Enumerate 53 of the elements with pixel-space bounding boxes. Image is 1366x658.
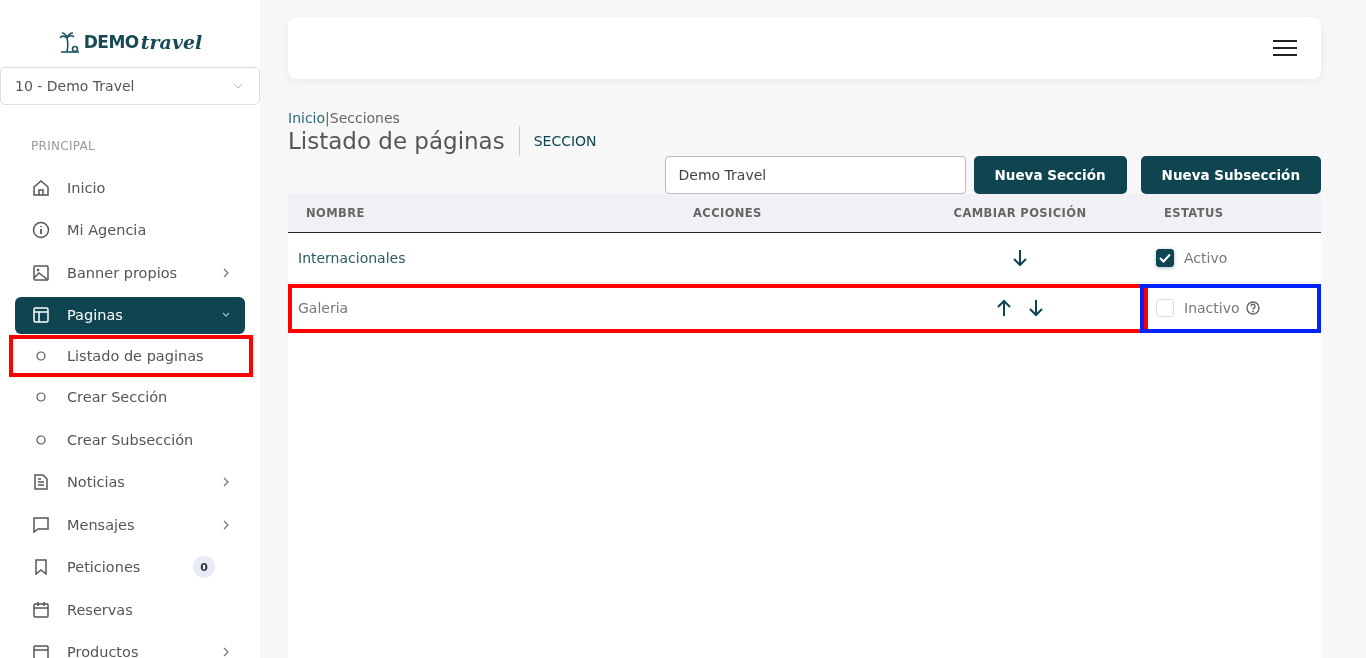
palm-tree-icon [57, 30, 82, 54]
circle-icon [36, 434, 46, 445]
sidebar-item[interactable]: Productos [15, 633, 245, 658]
circle-icon [36, 351, 46, 361]
column-header: ACCIONES [692, 206, 763, 220]
chat-icon [32, 515, 50, 534]
logo-script-text: travel [140, 31, 203, 53]
menu-icon[interactable] [1273, 39, 1297, 57]
sidebar-item[interactable]: Banner propios [15, 254, 245, 291]
help-icon[interactable] [1245, 300, 1260, 315]
agency-select[interactable]: 10 - Demo Travel [0, 67, 260, 105]
sidebar-item[interactable]: Paginas [15, 296, 245, 334]
calendar-icon [32, 600, 50, 619]
table-cell: Galeria [298, 300, 349, 316]
page-title: Listado de páginas [288, 126, 520, 156]
sidebar-item[interactable]: Crear Sección [15, 378, 245, 416]
status-checkbox[interactable] [1156, 248, 1174, 267]
arrow-down-icon[interactable] [1028, 298, 1044, 317]
sidebar-item[interactable]: Noticias [15, 463, 245, 501]
breadcrumb-separator: | [325, 110, 330, 126]
column-header: ESTATUS [1163, 206, 1225, 220]
status-label: Inactivo [1184, 299, 1240, 316]
column-header: CAMBIAR POSICIÓN [952, 206, 1088, 220]
document-icon [32, 473, 50, 491]
sidebar-item[interactable]: Reservas [15, 591, 245, 628]
bookmark-icon [32, 558, 50, 576]
status-label: Activo [1184, 249, 1228, 266]
arrow-up-icon[interactable] [996, 298, 1012, 317]
sidebar-item[interactable]: Listado de paginas [13, 339, 249, 373]
new-subsection-button[interactable]: Nueva Subsección [1140, 156, 1321, 194]
breadcrumb-link[interactable]: Inicio [288, 110, 326, 126]
sidebar-item[interactable]: Crear Subsección [15, 421, 245, 458]
logo-text: DEMO [83, 32, 139, 52]
count-badge: 0 [193, 556, 215, 578]
circle-icon [36, 392, 46, 402]
section-select[interactable]: Demo Travel [664, 156, 966, 194]
table-cell: Internacionales [298, 250, 406, 266]
sidebar-item[interactable]: Mensajes [15, 506, 245, 543]
column-header: NOMBRE [305, 206, 366, 220]
box-icon [32, 643, 50, 658]
sidebar-item[interactable]: Inicio [15, 169, 245, 206]
home-icon [32, 178, 50, 197]
info-icon [32, 221, 50, 239]
layout-icon [32, 306, 50, 324]
breadcrumb-current: Secciones [329, 110, 400, 126]
sidebar-item[interactable]: Mi Agencia [15, 211, 245, 249]
chevron-down-icon [233, 83, 243, 89]
new-section-button[interactable]: Nueva Sección [973, 156, 1127, 194]
sidebar-section-title: PRINCIPAL [30, 138, 97, 155]
arrow-down-icon[interactable] [1012, 248, 1028, 267]
image-icon [32, 263, 50, 282]
page-subtitle: SECCION [533, 133, 597, 149]
sidebar-item[interactable]: Peticiones 0 [15, 548, 245, 586]
